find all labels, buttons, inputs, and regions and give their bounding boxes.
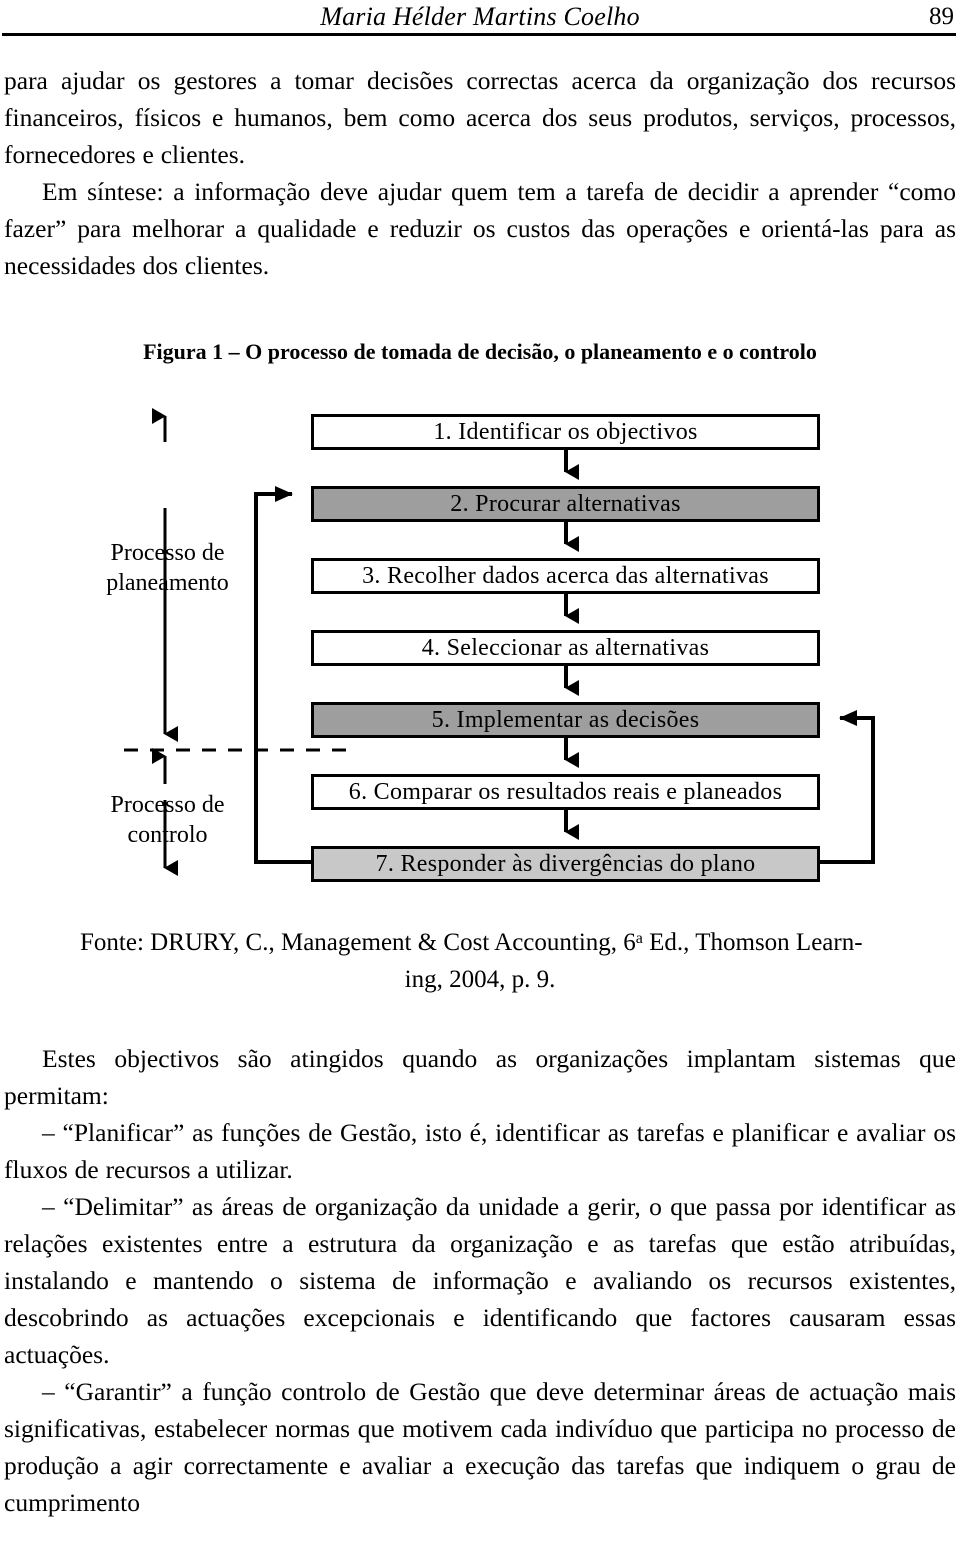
- paragraph-bullet: – “Garantir” a função controlo de Gestão…: [4, 1377, 956, 1517]
- flow-step-1: 1. Identificar os objectivos: [311, 414, 820, 450]
- flow-step-5-label: 5. Implementar as decisões: [431, 707, 700, 733]
- figure-caption: Figura 1 – O processo de tomada de decis…: [143, 339, 817, 364]
- label-control-process: Processo de controlo: [85, 790, 250, 850]
- page-number: 89: [929, 3, 954, 30]
- flow-step-5: 5. Implementar as decisões: [311, 702, 820, 738]
- figure-source-line2: ing, 2004, p. 9.: [404, 966, 556, 993]
- label-planning-process: Processo de planeamento: [85, 538, 250, 598]
- figure-source-text: Fonte: DRURY, C., Management & Cost Acco…: [80, 929, 636, 956]
- header-rule: [2, 33, 956, 36]
- flow-step-4-label: 4. Seleccionar as alternativas: [421, 635, 710, 661]
- paragraph: Em síntese: a informação deve ajudar que…: [4, 177, 956, 280]
- body-text-top: para ajudar os gestores a tomar decisões…: [4, 62, 956, 284]
- paragraph-bullet: – “Planificar” as funções de Gestão, ist…: [4, 1118, 956, 1184]
- figure-source-text-cont: Ed., Thomson Learn-: [642, 929, 863, 956]
- paragraph: para ajudar os gestores a tomar decisões…: [4, 66, 956, 169]
- running-head-title: Maria Hélder Martins Coelho: [320, 2, 640, 31]
- page-header: Maria Hélder Martins Coelho 89: [0, 0, 960, 36]
- flow-step-1-label: 1. Identificar os objectivos: [433, 419, 698, 445]
- label-planning-line1: Processo de: [110, 540, 225, 566]
- flow-step-4: 4. Seleccionar as alternativas: [311, 630, 820, 666]
- figure-source-superscript: a: [635, 930, 643, 947]
- flow-step-2-label: 2. Procurar alternativas: [450, 491, 681, 517]
- label-control-line2: controlo: [127, 822, 208, 848]
- figure-diagram: 1. Identificar os objectivos 2. Procurar…: [0, 398, 960, 898]
- flow-step-2: 2. Procurar alternativas: [311, 486, 820, 522]
- flow-step-3-label: 3. Recolher dados acerca das alternativa…: [362, 563, 769, 589]
- flow-step-3: 3. Recolher dados acerca das alternativa…: [311, 558, 820, 594]
- flow-step-6: 6. Comparar os resultados reais e planea…: [311, 774, 820, 810]
- body-text-bottom: Estes objectivos são atingidos quando as…: [4, 1040, 956, 1521]
- paragraph: Estes objectivos são atingidos quando as…: [4, 1044, 956, 1110]
- flow-step-6-label: 6. Comparar os resultados reais e planea…: [348, 779, 783, 805]
- flow-step-7-label: 7. Responder às divergências do plano: [375, 851, 756, 877]
- figure-source: Fonte: DRURY, C., Management & Cost Acco…: [80, 920, 880, 998]
- label-planning-line2: planeamento: [106, 570, 229, 596]
- flow-step-7: 7. Responder às divergências do plano: [311, 846, 820, 882]
- paragraph-bullet: – “Delimitar” as áreas de organização da…: [4, 1192, 956, 1369]
- label-control-line1: Processo de: [110, 792, 225, 818]
